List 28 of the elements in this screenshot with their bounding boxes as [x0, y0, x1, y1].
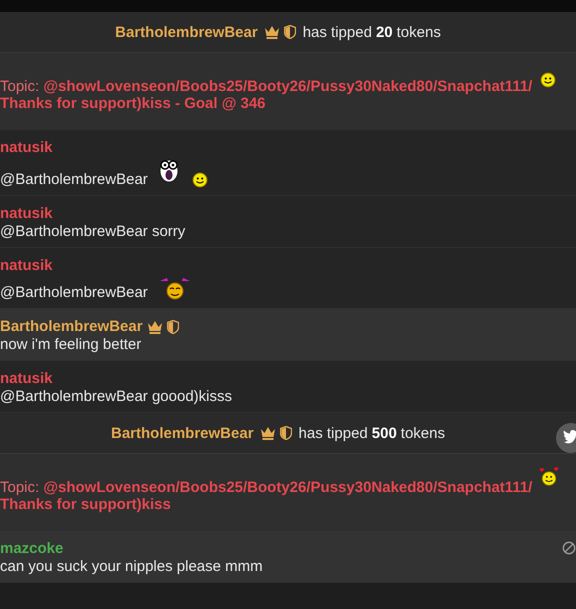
- token-unit: tokens: [400, 424, 445, 442]
- smiley-icon: [192, 172, 208, 188]
- smiley-with-bows-icon: [158, 275, 192, 301]
- token-amount: 500: [372, 424, 397, 442]
- message-text: now i'm feeling better: [0, 336, 142, 353]
- tip-action: has tipped: [298, 424, 368, 442]
- message-text: can you suck your nipples please mmm: [0, 558, 263, 575]
- username[interactable]: BartholembrewBear: [110, 424, 254, 442]
- tip-action: has tipped: [302, 24, 372, 40]
- smiley-with-hearts-icon: [538, 465, 560, 487]
- token-unit: tokens: [396, 24, 441, 40]
- block-icon[interactable]: [562, 541, 576, 555]
- username[interactable]: natusik: [0, 257, 53, 274]
- room-topic: Topic: @showLovenseon/Boobs25/Booty26/Pussy30Naked80/Snapchat111/ Thanks for support)kiss: [0, 479, 534, 513]
- username[interactable]: natusik: [0, 370, 53, 387]
- message-text: @BartholembrewBear sorry: [0, 223, 186, 240]
- shocked-face-icon: [158, 157, 180, 183]
- username[interactable]: BartholembrewBear: [0, 318, 143, 335]
- token-amount: 20: [376, 24, 393, 40]
- room-topic: Topic: @showLovenseon/Boobs25/Booty26/Pussy30Naked80/Snapchat111/ Thanks for support)kiss - Goal @ 346: [0, 78, 534, 112]
- username[interactable]: natusik: [0, 139, 53, 156]
- message-text: @BartholembrewBear: [0, 284, 148, 301]
- username[interactable]: natusik: [0, 205, 53, 222]
- username[interactable]: BartholembrewBear: [115, 24, 258, 40]
- message-text: @BartholembrewBear goood)kisss: [0, 388, 232, 405]
- message-text: @BartholembrewBear: [0, 171, 148, 188]
- smiley-icon: [540, 72, 556, 88]
- username[interactable]: mazcoke: [0, 540, 64, 557]
